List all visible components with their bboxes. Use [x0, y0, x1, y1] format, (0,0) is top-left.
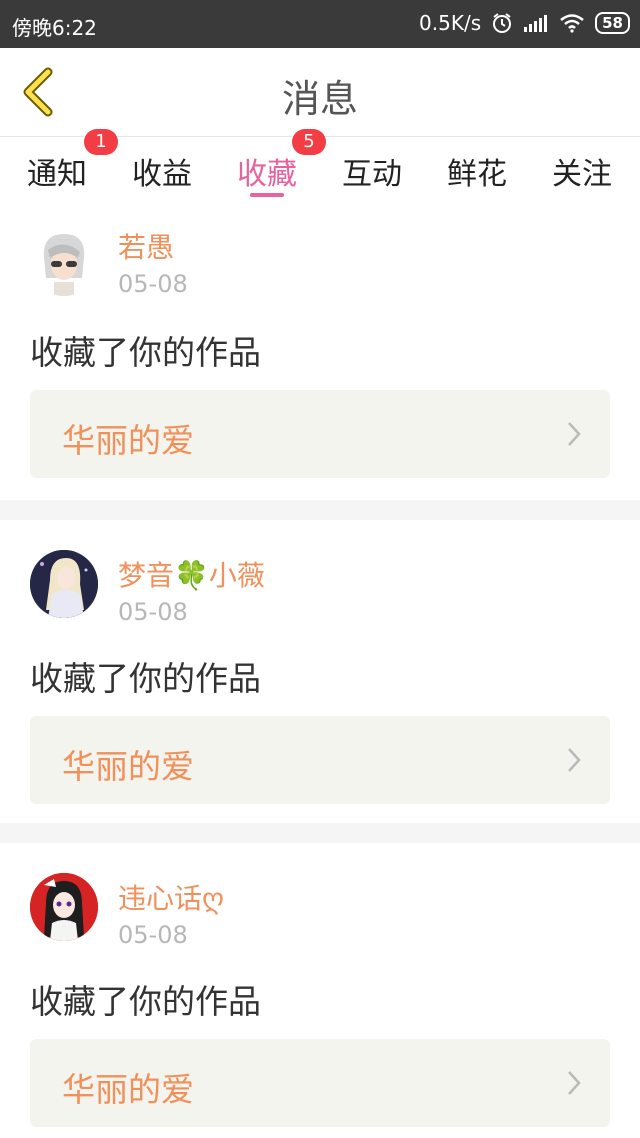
tab-label: 关注: [552, 157, 612, 192]
username[interactable]: 梦音🍀小薇: [118, 554, 265, 594]
tab-interaction[interactable]: 互动: [320, 149, 424, 193]
chevron-right-icon: [568, 1071, 581, 1095]
battery-indicator: 58: [595, 12, 630, 34]
tab-earnings[interactable]: 收益: [110, 149, 214, 193]
divider: [0, 500, 640, 520]
tab-flowers[interactable]: 鲜花: [425, 149, 529, 193]
status-time: 傍晚6:22: [12, 16, 97, 40]
action-text: 收藏了你的作品: [30, 659, 261, 698]
tab-label: 收益: [132, 157, 192, 192]
divider: [0, 823, 640, 843]
avatar[interactable]: [30, 228, 98, 296]
header-bar: 消息: [0, 48, 640, 137]
page-title: 消息: [281, 77, 358, 121]
avatar[interactable]: [30, 550, 98, 618]
chevron-right-icon: [568, 422, 581, 446]
list-item: 违心话ღ 05-08 收藏了你的作品 华丽的爱: [0, 843, 640, 1138]
action-text: 收藏了你的作品: [30, 982, 261, 1021]
tab-favorites[interactable]: 收藏: [215, 149, 319, 193]
work-title: 华丽的爱: [62, 421, 194, 460]
avatar-girl-blonde-icon: [30, 550, 98, 618]
work-title: 华丽的爱: [62, 747, 194, 786]
signal-icon: [524, 15, 548, 32]
tab-label: 互动: [342, 157, 402, 192]
status-indicators: 0.5K/s 58: [419, 11, 630, 35]
alarm-icon: [493, 13, 512, 33]
avatar[interactable]: [30, 873, 98, 941]
username[interactable]: 若愚: [118, 226, 174, 266]
list-item: 若愚 05-08 收藏了你的作品 华丽的爱: [0, 214, 640, 500]
username[interactable]: 违心话ღ: [118, 877, 224, 917]
wifi-icon: [560, 14, 584, 33]
tab-bar: 通知 1 收益 收藏 5 互动 鲜花 关注: [0, 129, 640, 209]
timestamp: 05-08: [118, 270, 188, 298]
tab-follow[interactable]: 关注: [530, 149, 634, 193]
work-link[interactable]: 华丽的爱: [30, 390, 610, 478]
tab-label: 通知: [27, 157, 87, 192]
work-title: 华丽的爱: [62, 1070, 194, 1109]
list-item: 梦音🍀小薇 05-08 收藏了你的作品 华丽的爱: [0, 520, 640, 823]
tab-label: 收藏: [237, 157, 297, 192]
tab-notifications[interactable]: 通知: [5, 149, 109, 193]
tab-label: 鲜花: [447, 157, 507, 192]
timestamp: 05-08: [118, 921, 188, 949]
action-text: 收藏了你的作品: [30, 333, 261, 372]
status-bar: 傍晚6:22 0.5K/s 58: [0, 0, 640, 48]
avatar-girl-red-icon: [30, 873, 98, 941]
network-speed: 0.5K/s: [419, 11, 482, 35]
timestamp: 05-08: [118, 598, 188, 626]
chevron-right-icon: [568, 748, 581, 772]
work-link[interactable]: 华丽的爱: [30, 1039, 610, 1127]
avatar-white-hair-icon: [30, 228, 98, 296]
work-link[interactable]: 华丽的爱: [30, 716, 610, 804]
active-tab-indicator: [250, 193, 284, 197]
